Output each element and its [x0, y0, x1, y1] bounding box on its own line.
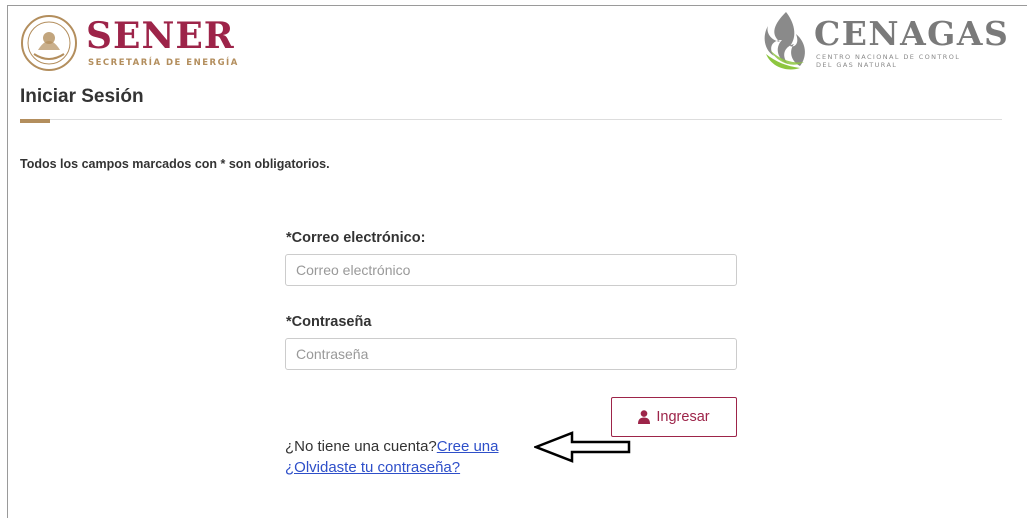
- title-divider: [20, 119, 1002, 120]
- forgot-password-line: ¿Olvidaste tu contraseña?: [285, 459, 460, 476]
- title-accent-bar: [20, 119, 50, 123]
- coat-of-arms-icon: [21, 15, 77, 71]
- cenagas-subtitle-line1: CENTRO NACIONAL DE CONTROL: [816, 53, 961, 61]
- password-label: *Contraseña: [286, 314, 372, 330]
- required-fields-note: Todos los campos marcados con * son obli…: [20, 157, 330, 171]
- arrow-left-icon: [534, 431, 631, 463]
- sener-wordmark: SENER: [86, 15, 235, 57]
- create-account-link[interactable]: Cree una: [437, 438, 499, 455]
- sener-subtitle: SECRETARÍA DE ENERGÍA: [88, 58, 239, 68]
- cenagas-subtitle-line2: DEL GAS NATURAL: [816, 61, 898, 69]
- email-label: *Correo electrónico:: [286, 230, 426, 246]
- password-field[interactable]: [285, 338, 737, 370]
- sener-logo: SENER SECRETARÍA DE ENERGÍA: [20, 14, 250, 76]
- email-field[interactable]: [285, 254, 737, 286]
- cenagas-wordmark: CENAGAS: [814, 14, 1010, 53]
- login-button-label: Ingresar: [656, 409, 710, 425]
- forgot-password-link[interactable]: ¿Olvidaste tu contraseña?: [285, 459, 460, 476]
- cenagas-logo: CENAGAS CENTRO NACIONAL DE CONTROL DEL G…: [760, 10, 1010, 74]
- gas-flame-icon: [764, 12, 805, 70]
- page-title: Iniciar Sesión: [20, 86, 144, 107]
- no-account-line: ¿No tiene una cuenta?Cree una: [285, 438, 499, 455]
- user-icon: [638, 410, 651, 424]
- no-account-text: ¿No tiene una cuenta?: [285, 438, 437, 455]
